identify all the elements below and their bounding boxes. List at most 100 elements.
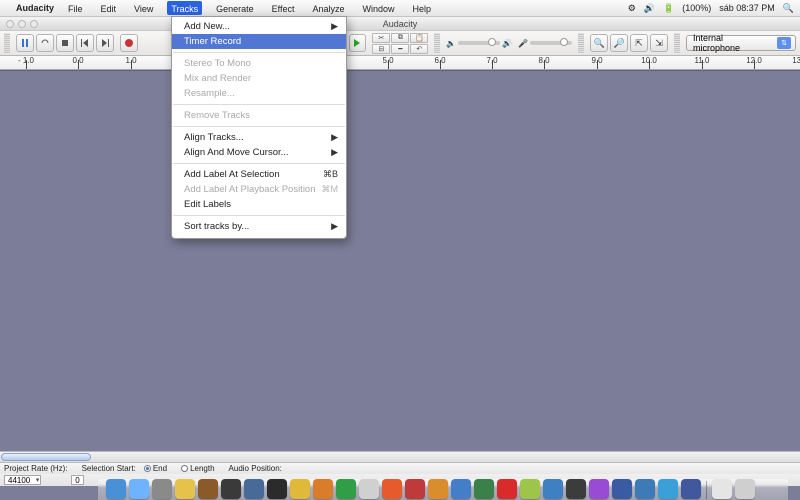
dock-app-icon[interactable] — [382, 479, 402, 499]
dock-app-icon[interactable] — [290, 479, 310, 499]
speaker-icon[interactable]: 🔊 — [644, 3, 655, 14]
toolbar-grip[interactable] — [434, 33, 440, 53]
trim-button[interactable]: ⊟ — [372, 44, 390, 54]
output-volume[interactable]: 🔈 🔊 — [446, 39, 512, 48]
tracks-workspace[interactable] — [0, 70, 800, 462]
dock-app-icon[interactable] — [658, 479, 678, 499]
dock-app-icon[interactable] — [313, 479, 333, 499]
dock-app-icon[interactable] — [198, 479, 218, 499]
dock-app-icon[interactable] — [681, 479, 701, 499]
copy-button[interactable]: ⧉ — [391, 33, 409, 43]
zoom-in-button[interactable]: 🔍 — [590, 34, 608, 52]
input-device-select[interactable]: Internal microphone ⇅ — [686, 35, 796, 51]
record-button[interactable] — [120, 34, 138, 52]
dock-app-icon[interactable] — [451, 479, 471, 499]
close-window-button[interactable] — [6, 20, 14, 28]
dock-app-icon[interactable] — [267, 479, 287, 499]
dock-app-icon[interactable] — [175, 479, 195, 499]
menu-file[interactable]: File — [64, 1, 87, 15]
dock-app-icon[interactable] — [735, 479, 755, 499]
menu-item[interactable]: Align And Move Cursor...▶ — [172, 145, 346, 160]
menu-window[interactable]: Window — [359, 1, 399, 15]
toolbar-grip[interactable] — [4, 33, 10, 53]
dock-app-icon[interactable] — [359, 479, 379, 499]
undo-button[interactable]: ↶ — [410, 44, 428, 54]
dock-app-icon[interactable] — [152, 479, 172, 499]
dock-app-icon[interactable] — [520, 479, 540, 499]
ruler-label: 9.0 — [591, 56, 602, 65]
menu-help[interactable]: Help — [409, 1, 436, 15]
silence-button[interactable]: ━ — [391, 44, 409, 54]
project-rate-label: Project Rate (Hz): — [4, 464, 68, 473]
dock-app-icon[interactable] — [497, 479, 517, 499]
pause-button[interactable] — [16, 34, 34, 52]
menu-item-label: Resample... — [184, 88, 338, 99]
menu-separator — [173, 52, 345, 53]
fit-project-button[interactable]: ⇲ — [650, 34, 668, 52]
menu-item[interactable]: Timer Record — [172, 34, 346, 49]
menu-item[interactable]: Add New...▶ — [172, 19, 346, 34]
dock-app-icon[interactable] — [244, 479, 264, 499]
play-button[interactable] — [349, 34, 367, 52]
menu-effect[interactable]: Effect — [268, 1, 299, 15]
menu-item: Resample... — [172, 86, 346, 101]
menu-item[interactable]: Edit Labels — [172, 197, 346, 212]
dock-app-icon[interactable] — [405, 479, 425, 499]
menu-separator — [173, 126, 345, 127]
output-volume-thumb[interactable] — [488, 38, 496, 46]
toolbar-grip[interactable] — [578, 33, 584, 53]
spotlight-icon[interactable]: 🔍 — [783, 3, 794, 14]
horizontal-scrollbar[interactable] — [0, 451, 800, 462]
minimize-window-button[interactable] — [18, 20, 26, 28]
skip-start-button[interactable] — [76, 34, 94, 52]
dock-app-icon[interactable] — [612, 479, 632, 499]
menu-tracks[interactable]: Tracks — [167, 1, 202, 15]
speaker-min-icon: 🔈 — [446, 39, 456, 48]
input-volume-thumb[interactable] — [560, 38, 568, 46]
dock-app-icon[interactable] — [712, 479, 732, 499]
dock-app-icon[interactable] — [543, 479, 563, 499]
dock-app-icon[interactable] — [428, 479, 448, 499]
dock-app-icon[interactable] — [589, 479, 609, 499]
zoom-window-button[interactable] — [30, 20, 38, 28]
battery-icon[interactable]: 🔋 — [663, 3, 674, 14]
macos-dock — [98, 470, 788, 500]
menu-analyze[interactable]: Analyze — [308, 1, 348, 15]
ruler-label: 10.0 — [641, 56, 657, 65]
window-titlebar: Audacity — [0, 16, 800, 30]
dock-app-icon[interactable] — [106, 479, 126, 499]
zoom-out-button[interactable]: 🔎 — [610, 34, 628, 52]
timeline-ruler[interactable]: - 1.00.01.05.06.07.08.09.010.011.012.013… — [0, 56, 800, 70]
ruler-label: 8.0 — [538, 56, 549, 65]
dock-app-icon[interactable] — [566, 479, 586, 499]
skip-end-button[interactable] — [96, 34, 114, 52]
dock-app-icon[interactable] — [474, 479, 494, 499]
scrollbar-thumb[interactable] — [1, 453, 91, 461]
loop-button[interactable] — [36, 34, 54, 52]
menu-edit[interactable]: Edit — [97, 1, 121, 15]
menu-item-label: Mix and Render — [184, 73, 338, 84]
menu-item[interactable]: Sort tracks by...▶ — [172, 219, 346, 234]
paste-button[interactable]: 📋 — [410, 33, 428, 43]
menu-item-label: Sort tracks by... — [184, 221, 331, 232]
menu-item[interactable]: Align Tracks...▶ — [172, 130, 346, 145]
mac-menubar: Audacity File Edit View Tracks Generate … — [0, 0, 800, 16]
selection-start-value[interactable]: 0 — [71, 475, 83, 485]
dock-app-icon[interactable] — [336, 479, 356, 499]
dock-app-icon[interactable] — [129, 479, 149, 499]
dock-app-icon[interactable] — [635, 479, 655, 499]
menu-view[interactable]: View — [130, 1, 157, 15]
app-name[interactable]: Audacity — [16, 3, 54, 13]
input-volume[interactable]: 🎤 — [518, 39, 572, 48]
dock-app-icon[interactable] — [221, 479, 241, 499]
menu-item[interactable]: Add Label At Selection⌘B — [172, 167, 346, 182]
menu-generate[interactable]: Generate — [212, 1, 258, 15]
toolbar-grip[interactable] — [674, 33, 680, 53]
stop-button[interactable] — [56, 34, 74, 52]
speaker-max-icon: 🔊 — [502, 39, 512, 48]
project-rate-select[interactable]: 44100 — [4, 475, 41, 485]
fit-selection-button[interactable]: ⇱ — [630, 34, 648, 52]
menubar-clock[interactable]: sáb 08:37 PM — [719, 3, 775, 13]
cut-button[interactable]: ✂ — [372, 33, 390, 43]
wifi-icon[interactable]: ⚙ — [628, 3, 636, 14]
